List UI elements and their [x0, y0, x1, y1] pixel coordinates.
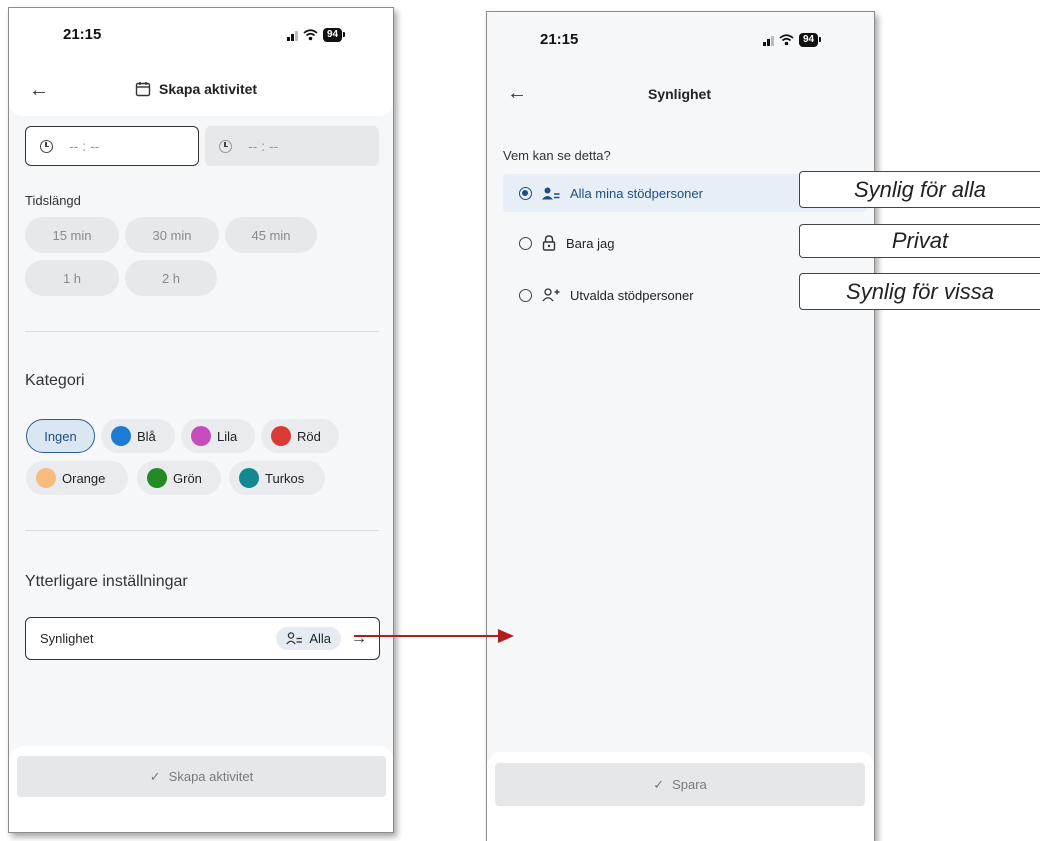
status-time: 21:15: [540, 31, 579, 48]
more-settings-title: Ytterligare inställningar: [25, 573, 188, 590]
color-dot: [147, 468, 167, 488]
radio-selected-icon: [519, 186, 532, 200]
save-label: Spara: [672, 777, 707, 792]
wifi-icon: [779, 34, 794, 46]
callout-private: Privat: [799, 224, 1040, 258]
duration-label: Tidslängd: [25, 193, 81, 208]
callout-visible-all: Synlig för alla: [799, 171, 1040, 208]
footer-bar: ✓ Skapa aktivitet: [9, 746, 393, 832]
option-label: Utvalda stödpersoner: [570, 287, 694, 303]
people-outline-icon: [286, 632, 303, 645]
start-time-field[interactable]: -- : --: [25, 126, 199, 166]
signal-icon: [763, 35, 774, 46]
divider: [25, 331, 379, 332]
category-label: Orange: [62, 470, 106, 486]
category-orange[interactable]: Orange: [26, 461, 128, 495]
clock-icon: [40, 139, 53, 153]
visibility-badge: Alla: [276, 627, 341, 650]
wifi-icon: [303, 29, 318, 41]
footer-bar: ✓ Spara: [487, 752, 874, 841]
page-title-text: Skapa aktivitet: [159, 81, 258, 97]
save-button[interactable]: ✓ Spara: [495, 763, 865, 806]
calendar-icon: [135, 82, 151, 97]
category-label: Röd: [297, 428, 321, 444]
check-icon: ✓: [653, 776, 665, 792]
category-title: Kategori: [25, 372, 85, 389]
header-card: 21:15 94 ← Skapa aktivitet: [9, 8, 393, 116]
duration-30min[interactable]: 30 min: [125, 217, 219, 253]
category-label: Turkos: [265, 470, 305, 486]
category-label: Ingen: [44, 428, 77, 444]
color-dot: [191, 426, 211, 446]
category-label: Blå: [137, 428, 156, 444]
status-icons: 94: [287, 28, 346, 42]
category-label: Lila: [217, 428, 238, 444]
create-activity-screen: 21:15 94 ← Skapa aktivitet -- : -- -- : …: [8, 7, 394, 833]
person-add-icon: [542, 288, 560, 302]
category-lila[interactable]: Lila: [181, 419, 255, 453]
radio-unselected-icon: [519, 236, 532, 250]
category-rod[interactable]: Röd: [261, 419, 339, 453]
category-label: Grön: [173, 470, 202, 486]
create-activity-button[interactable]: ✓ Skapa aktivitet: [17, 756, 386, 797]
signal-icon: [287, 30, 298, 41]
status-icons: 94: [763, 33, 822, 47]
duration-15min[interactable]: 15 min: [25, 217, 119, 253]
check-icon: ✓: [149, 768, 161, 784]
category-bla[interactable]: Blå: [101, 419, 175, 453]
visibility-label: Synlighet: [40, 631, 94, 646]
color-dot: [111, 426, 131, 446]
divider: [25, 530, 379, 531]
duration-1h[interactable]: 1 h: [25, 260, 119, 296]
end-time-field[interactable]: -- : --: [205, 126, 379, 166]
lock-icon: [542, 235, 556, 251]
visibility-setting-row[interactable]: Synlighet Alla →: [25, 617, 380, 660]
visibility-question: Vem kan se detta?: [503, 148, 611, 163]
connector-line: [354, 635, 500, 637]
page-title-text: Synlighet: [648, 86, 712, 102]
battery-icon: 94: [323, 28, 346, 42]
color-dot: [36, 468, 56, 488]
arrow-right-icon: →: [351, 629, 367, 647]
category-turkos[interactable]: Turkos: [229, 461, 325, 495]
category-gron[interactable]: Grön: [137, 461, 221, 495]
status-time: 21:15: [63, 26, 102, 43]
duration-45min[interactable]: 45 min: [225, 217, 317, 253]
visibility-value: Alla: [309, 631, 331, 646]
back-button[interactable]: ←: [29, 80, 49, 100]
category-ingen[interactable]: Ingen: [26, 419, 95, 453]
color-dot: [239, 468, 259, 488]
battery-icon: 94: [799, 33, 822, 47]
clock-icon: [219, 139, 232, 153]
start-time-placeholder: -- : --: [69, 138, 100, 154]
page-title: Synlighet: [648, 86, 711, 102]
connector-arrowhead: [498, 629, 514, 643]
callout-visible-some: Synlig för vissa: [799, 273, 1040, 310]
back-button[interactable]: ←: [507, 83, 527, 103]
end-time-placeholder: -- : --: [248, 138, 279, 154]
create-activity-label: Skapa aktivitet: [168, 769, 254, 784]
duration-2h[interactable]: 2 h: [125, 260, 217, 296]
visibility-screen: 21:15 94 ← Synlighet Vem kan se detta? A…: [486, 11, 875, 841]
people-icon: [542, 187, 560, 199]
color-dot: [271, 426, 291, 446]
page-title: Skapa aktivitet: [135, 81, 257, 97]
radio-unselected-icon: [519, 288, 532, 302]
option-label: Alla mina stödpersoner: [570, 185, 703, 201]
option-label: Bara jag: [566, 235, 615, 251]
